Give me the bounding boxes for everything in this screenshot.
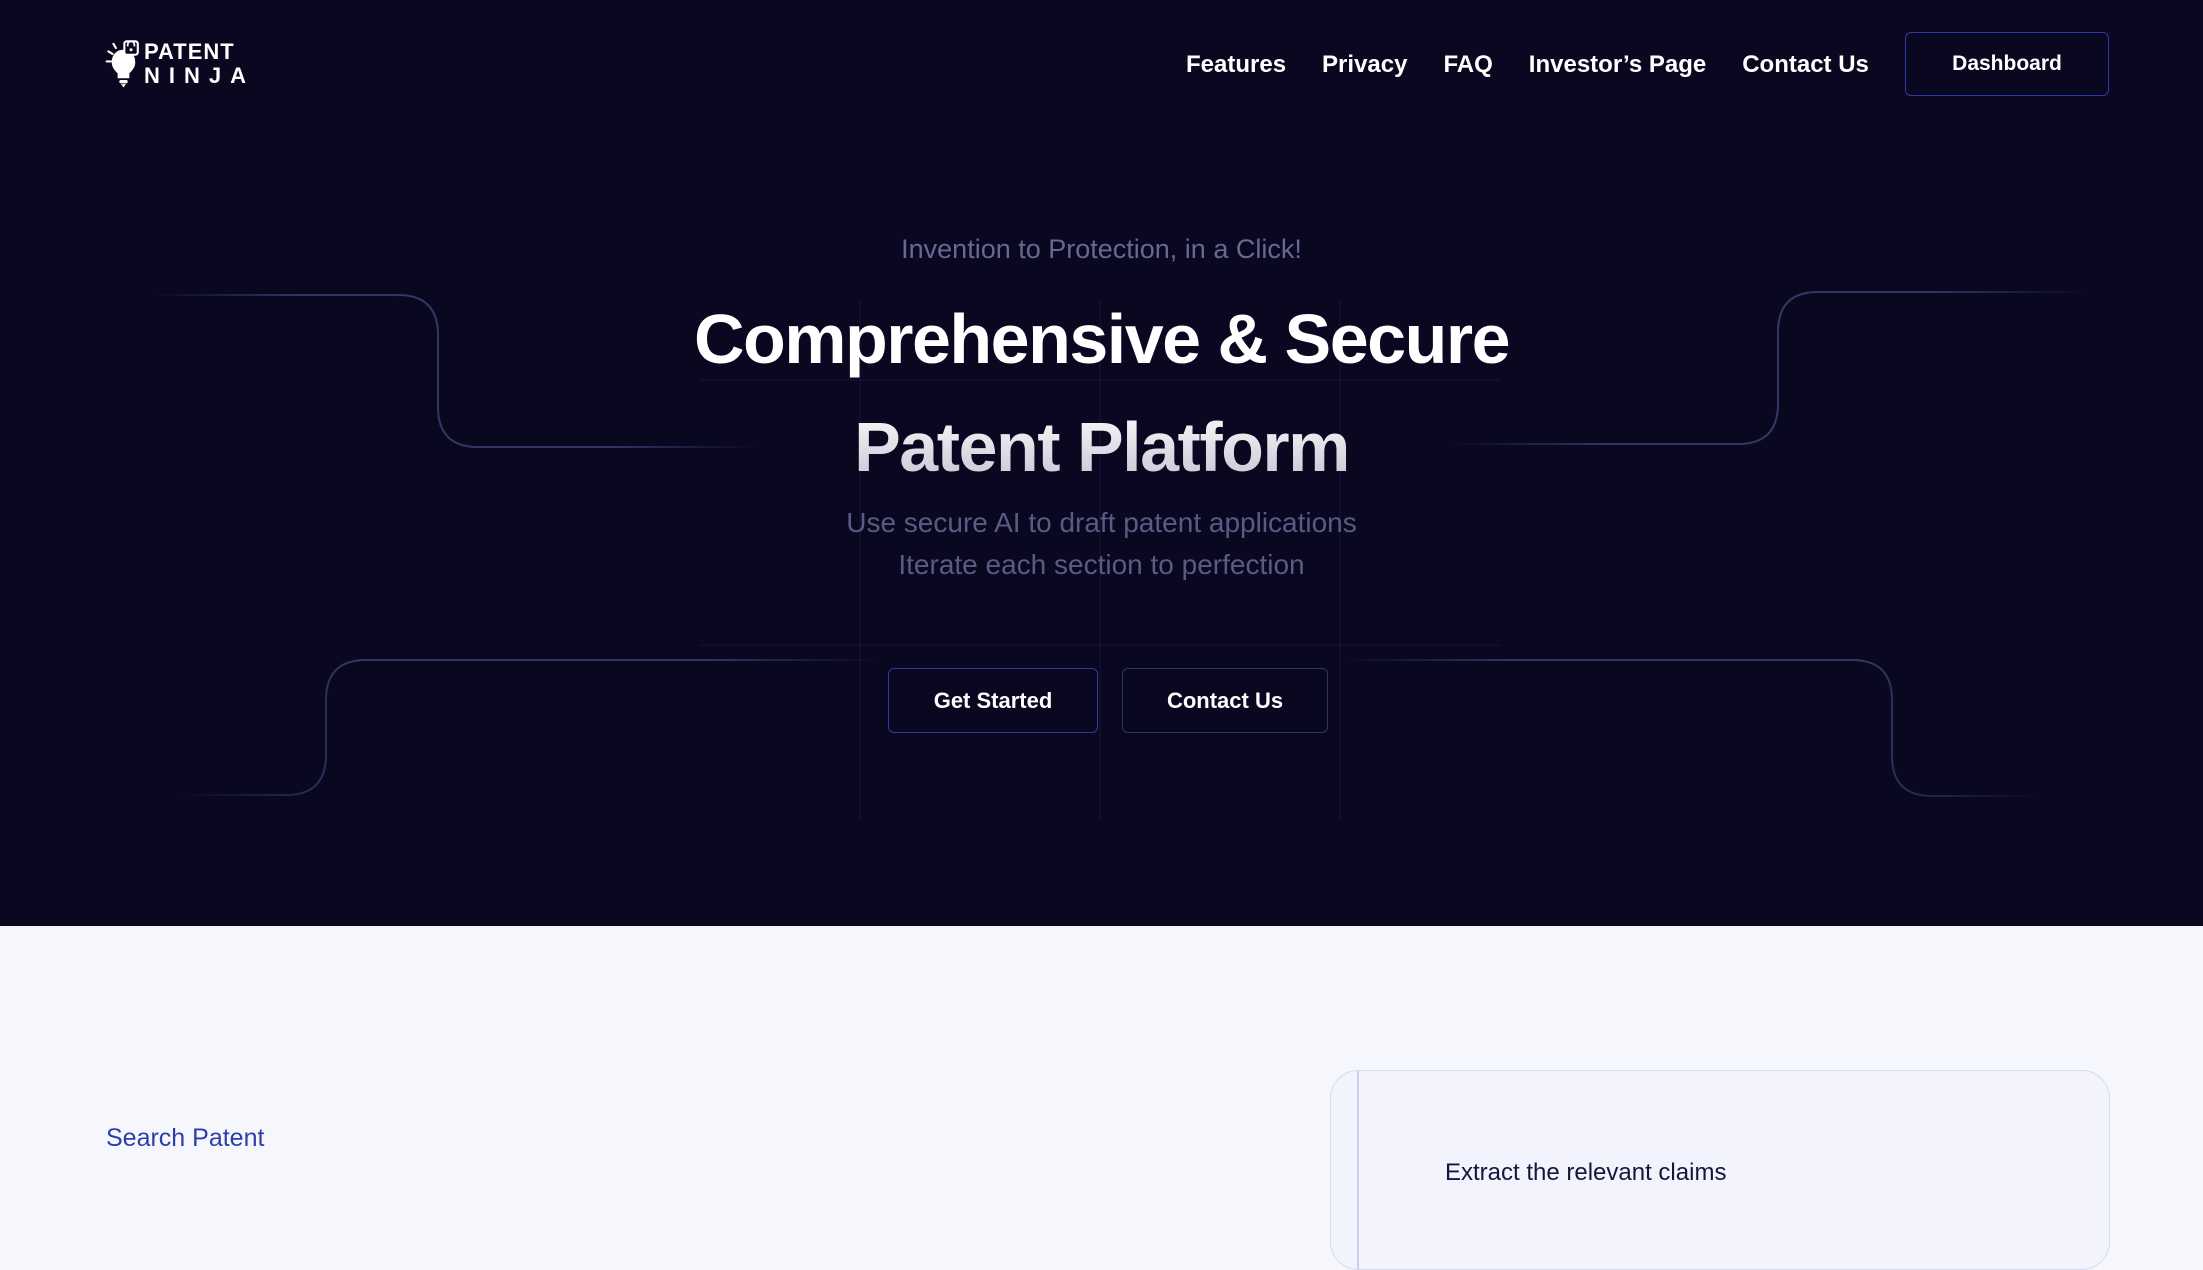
logo-line-2: NINJA bbox=[143, 63, 255, 88]
search-patent-label: Search Patent bbox=[106, 1124, 265, 1152]
hero-subtext-line-1: Use secure AI to draft patent applicatio… bbox=[846, 507, 1357, 538]
card-divider bbox=[1357, 1071, 1359, 1269]
hero-subtext: Use secure AI to draft patent applicatio… bbox=[0, 502, 2203, 586]
lightbulb-lock-icon bbox=[105, 40, 139, 88]
hero-section: PATENT NINJA Features Privacy FAQ Invest… bbox=[0, 0, 2203, 926]
hero-subtext-line-2: Iterate each section to perfection bbox=[898, 549, 1305, 580]
dashboard-button[interactable]: Dashboard bbox=[1905, 32, 2109, 96]
logo-line-1: PATENT bbox=[143, 39, 235, 64]
hero-cta-row: Get Started Contact Us bbox=[888, 668, 1328, 733]
contact-us-button[interactable]: Contact Us bbox=[1122, 668, 1328, 733]
logo-wordmark: PATENT NINJA bbox=[144, 41, 255, 87]
feature-card: Extract the relevant claims bbox=[1330, 1070, 2110, 1270]
headline-line-2: Patent Platform bbox=[854, 408, 1349, 486]
get-started-button[interactable]: Get Started bbox=[888, 668, 1098, 733]
nav-link-investors-page[interactable]: Investor’s Page bbox=[1529, 51, 1706, 79]
nav-link-faq[interactable]: FAQ bbox=[1443, 51, 1492, 79]
nav-link-privacy[interactable]: Privacy bbox=[1322, 51, 1407, 79]
nav-link-features[interactable]: Features bbox=[1186, 51, 1286, 79]
hero-headline: Comprehensive & Secure Patent Platform bbox=[0, 285, 2203, 501]
nav-link-contact-us[interactable]: Contact Us bbox=[1742, 51, 1869, 79]
hero-eyebrow: Invention to Protection, in a Click! bbox=[901, 234, 1302, 264]
main-nav: Features Privacy FAQ Investor’s Page Con… bbox=[1186, 48, 1869, 82]
headline-line-1: Comprehensive & Secure bbox=[693, 300, 1510, 378]
patent-ninja-logo[interactable]: PATENT NINJA bbox=[105, 35, 255, 93]
